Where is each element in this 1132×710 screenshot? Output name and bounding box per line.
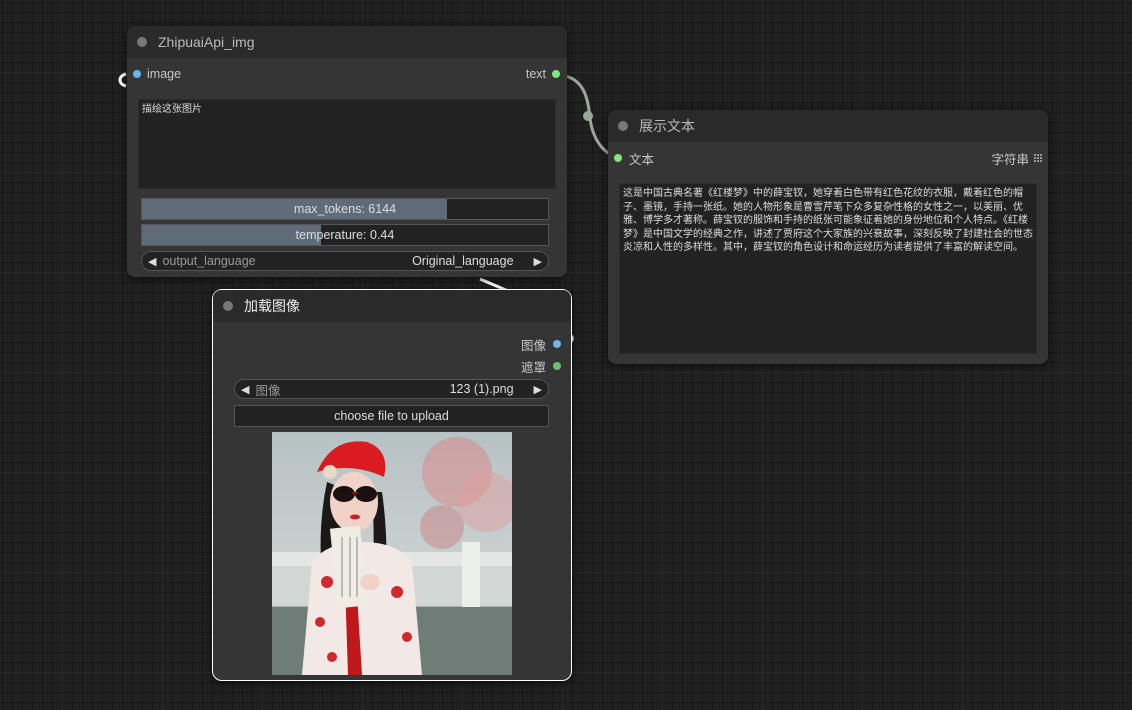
combo-label: output_language xyxy=(162,254,256,268)
collapse-dot-icon[interactable] xyxy=(223,301,233,311)
slider-label: max_tokens: 6144 xyxy=(293,202,397,216)
node-title-bar[interactable]: 加载图像 xyxy=(213,290,571,322)
image-slot-dot-icon[interactable] xyxy=(133,70,141,78)
combo-value: Original_language xyxy=(412,254,514,268)
temperature-slider[interactable]: temperature: 0.44 xyxy=(141,224,549,246)
combo-right-arrow-icon[interactable]: ▶ xyxy=(514,383,548,396)
type-label: 字符串 xyxy=(991,150,1042,167)
type-label-text: 字符串 xyxy=(991,152,1029,167)
input-slot-image[interactable]: image xyxy=(133,66,181,82)
image-file-combo[interactable]: ◀ 图像 123 (1).png ▶ xyxy=(234,379,549,399)
mask-slot-dot-icon[interactable] xyxy=(553,362,561,370)
slider-label: temperature: 0.44 xyxy=(295,228,395,242)
text-slot-dot-icon[interactable] xyxy=(614,154,622,162)
prompt-textarea[interactable]: 描绘这张图片 xyxy=(138,99,556,189)
combo-right-arrow-icon[interactable]: ▶ xyxy=(514,255,548,268)
output-text-area[interactable]: 这是中国古典名著《红楼梦》中的薛宝钗，她穿着白色带有红色花纹的衣服，戴着红色的帽… xyxy=(619,183,1037,354)
output-slot-text[interactable]: text xyxy=(526,66,560,82)
link-midpoint xyxy=(583,111,593,121)
output-slot-image[interactable]: 图像 xyxy=(520,336,561,353)
collapse-dot-icon[interactable] xyxy=(618,121,628,131)
combo-left-arrow-icon[interactable]: ◀ xyxy=(142,255,162,268)
zhipuai-node[interactable]: ZhipuaiApi_img image text 描绘这张图片 max_tok… xyxy=(127,26,567,277)
combo-label: 图像 xyxy=(255,383,281,398)
output-slot-label: text xyxy=(525,67,546,81)
combo-value: 123 (1).png xyxy=(449,382,514,396)
collapse-dot-icon[interactable] xyxy=(137,37,147,47)
node-title-bar[interactable]: 展示文本 xyxy=(608,110,1048,142)
output-slot-label: 图像 xyxy=(520,338,546,353)
grip-icon[interactable] xyxy=(1034,154,1042,162)
link-image-in xyxy=(118,72,127,88)
output-language-combo[interactable]: ◀ output_language Original_language ▶ xyxy=(141,251,549,271)
image-slot-dot-icon[interactable] xyxy=(553,340,561,348)
combo-left-arrow-icon[interactable]: ◀ xyxy=(235,383,255,396)
input-slot-label: 文本 xyxy=(629,152,655,167)
input-slot-text[interactable]: 文本 xyxy=(614,150,655,167)
image-preview xyxy=(272,432,512,675)
load-image-node[interactable]: 加载图像 图像 遮罩 ◀ 图像 123 (1).png ▶ choose fil… xyxy=(212,289,572,681)
input-slot-label: image xyxy=(147,67,182,81)
text-slot-dot-icon[interactable] xyxy=(552,70,560,78)
node-title: ZhipuaiApi_img xyxy=(158,34,255,50)
show-text-node[interactable]: 展示文本 文本 字符串 这是中国古典名著《红楼梦》中的薛宝钗，她穿着白色带有红色… xyxy=(608,110,1048,364)
node-title: 加载图像 xyxy=(244,298,300,314)
output-slot-mask[interactable]: 遮罩 xyxy=(520,358,561,375)
output-slot-label: 遮罩 xyxy=(520,360,546,375)
max-tokens-slider[interactable]: max_tokens: 6144 xyxy=(141,198,549,220)
node-title-bar[interactable]: ZhipuaiApi_img xyxy=(127,26,567,58)
upload-button[interactable]: choose file to upload xyxy=(234,405,549,427)
node-title: 展示文本 xyxy=(639,118,695,134)
